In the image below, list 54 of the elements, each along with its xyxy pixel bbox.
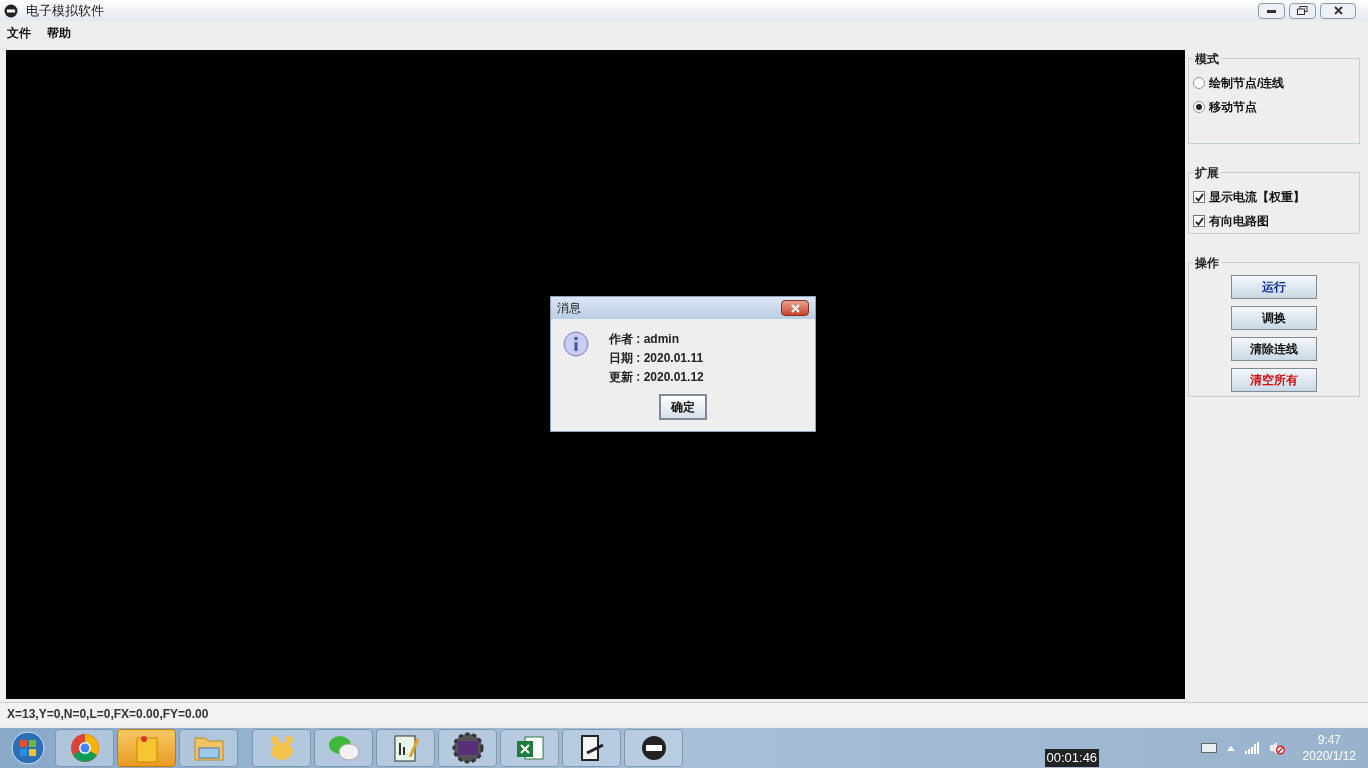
app-icon <box>639 734 668 762</box>
taskbar-button[interactable] <box>562 729 621 767</box>
dialog-close-button[interactable] <box>781 300 809 316</box>
spreadsheet-icon <box>514 733 545 763</box>
dialog-text: 作者 : admin <box>609 331 680 347</box>
notepad-icon <box>391 733 420 763</box>
close-icon <box>790 303 800 313</box>
minimize-button[interactable] <box>1258 2 1285 19</box>
signal-bars-icon <box>1244 742 1259 754</box>
group-title: 扩展 <box>1193 164 1221 182</box>
radio-button[interactable] <box>1193 77 1205 89</box>
app-icon <box>4 3 18 18</box>
menu-item[interactable]: 文件 <box>7 24 31 42</box>
action-button[interactable]: 运行 <box>1231 275 1317 299</box>
ok-button[interactable]: 确定 <box>659 394 707 420</box>
radio-label: 绘制节点/连线 <box>1209 75 1285 92</box>
round-logo-icon <box>69 733 100 763</box>
checkbox[interactable] <box>1193 191 1205 203</box>
action-button[interactable]: 清空所有 <box>1231 368 1317 392</box>
sticky-note-icon <box>133 733 160 763</box>
radio-button[interactable] <box>1193 101 1205 113</box>
up-arrow-icon <box>1226 745 1235 751</box>
dialog-text: 日期 : 2020.01.11 <box>609 350 704 366</box>
dialog-text: 更新 : 2020.01.12 <box>609 369 704 385</box>
checkbox[interactable] <box>1193 215 1205 227</box>
radio-label: 移动节点 <box>1209 99 1257 116</box>
clock-date: 2020/1/12 <box>1302 748 1356 764</box>
restore-icon <box>1297 6 1308 15</box>
menu-item[interactable]: 帮助 <box>47 24 71 42</box>
recording-timer: 00:01:46 <box>1044 749 1100 767</box>
action-button[interactable]: 清除连线 <box>1231 337 1317 361</box>
clock-time: 9:47 <box>1317 732 1341 748</box>
folder-icon <box>192 734 225 762</box>
group-title: 模式 <box>1193 50 1221 68</box>
minimize-icon <box>1267 8 1276 13</box>
info-icon <box>563 331 589 357</box>
gear-icon <box>451 732 484 764</box>
close-button[interactable] <box>1320 2 1356 19</box>
checkbox-label: 有向电路图 <box>1209 213 1269 230</box>
taskbar-button[interactable] <box>624 729 683 767</box>
status-text: X=13,Y=0,N=0,L=0,FX=0.00,FY=0.00 <box>7 705 209 723</box>
close-icon <box>1333 6 1343 15</box>
group-title: 操作 <box>1193 254 1221 272</box>
windows-orb-icon <box>11 731 45 765</box>
checkbox-label: 显示电流【权重】 <box>1209 189 1305 206</box>
window-title: 电子模拟软件 <box>26 1 104 20</box>
canvas[interactable]: 消息 作者 : admin 日期 : 2020.01.11 更新 : 2020.01.12 确定 <box>6 50 1185 699</box>
chat-bubbles-icon <box>326 734 361 762</box>
restore-button[interactable] <box>1289 2 1316 19</box>
keyboard-icon <box>1200 743 1217 753</box>
speaker-muted-icon <box>1268 741 1285 755</box>
action-button[interactable]: 调换 <box>1231 306 1317 330</box>
dialog-title: 消息 <box>557 300 581 317</box>
taskbar-button[interactable] <box>438 729 497 767</box>
